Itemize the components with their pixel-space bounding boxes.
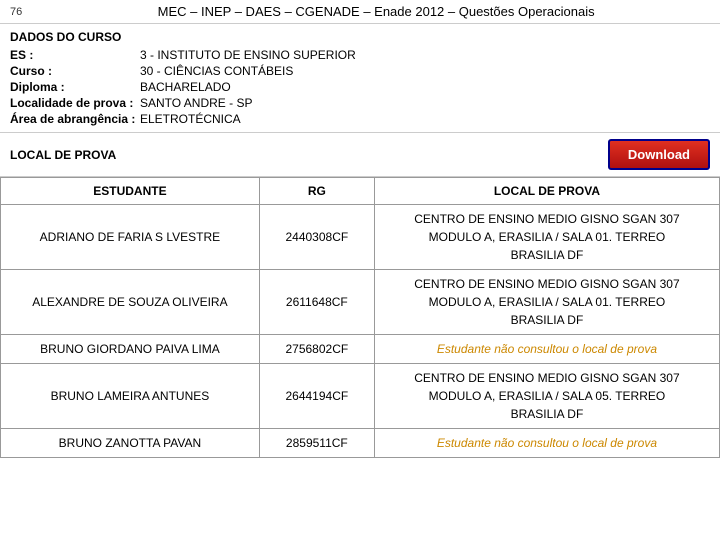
dados-do-curso-section: DADOS DO CURSO ES :3 - INSTITUTO DE ENSI… [0, 24, 720, 133]
cell-estudante: ALEXANDRE DE SOUZA OLIVEIRA [1, 270, 260, 335]
cell-local: CENTRO DE ENSINO MEDIO GISNO SGAN 307 MO… [374, 270, 719, 335]
students-table: ESTUDANTE RG LOCAL DE PROVA ADRIANO DE F… [0, 177, 720, 458]
page-number: 76 [10, 6, 22, 18]
page-title: MEC – INEP – DAES – CGENADE – Enade 2012… [42, 4, 710, 19]
dados-value: 3 - INSTITUTO DE ENSINO SUPERIOR [140, 48, 356, 62]
download-button[interactable]: Download [608, 139, 710, 170]
col-header-rg: RG [259, 178, 374, 205]
page-header: 76 MEC – INEP – DAES – CGENADE – Enade 2… [0, 0, 720, 24]
cell-estudante: ADRIANO DE FARIA S LVESTRE [1, 205, 260, 270]
cell-rg: 2440308CF [259, 205, 374, 270]
col-header-local: LOCAL DE PROVA [374, 178, 719, 205]
cell-estudante: BRUNO LAMEIRA ANTUNES [1, 364, 260, 429]
cell-local: CENTRO DE ENSINO MEDIO GISNO SGAN 307 MO… [374, 205, 719, 270]
cell-local: Estudante não consultou o local de prova [374, 429, 719, 458]
dados-label: Localidade de prova : [10, 96, 140, 110]
table-row: BRUNO GIORDANO PAIVA LIMA2756802CFEstuda… [1, 335, 720, 364]
dados-value: SANTO ANDRE - SP [140, 96, 252, 110]
cell-local: CENTRO DE ENSINO MEDIO GISNO SGAN 307 MO… [374, 364, 719, 429]
dados-label: Área de abrangência : [10, 112, 140, 126]
dados-row: ES :3 - INSTITUTO DE ENSINO SUPERIOR [10, 48, 710, 62]
cell-estudante: BRUNO ZANOTTA PAVAN [1, 429, 260, 458]
cell-rg: 2644194CF [259, 364, 374, 429]
local-de-prova-title: LOCAL DE PROVA [10, 148, 116, 162]
dados-value: ELETROTÉCNICA [140, 112, 241, 126]
dados-row: Área de abrangência :ELETROTÉCNICA [10, 112, 710, 126]
dados-fields: ES :3 - INSTITUTO DE ENSINO SUPERIORCurs… [10, 48, 710, 126]
cell-estudante: BRUNO GIORDANO PAIVA LIMA [1, 335, 260, 364]
dados-do-curso-title: DADOS DO CURSO [10, 30, 710, 44]
cell-rg: 2859511CF [259, 429, 374, 458]
table-row: ADRIANO DE FARIA S LVESTRE2440308CFCENTR… [1, 205, 720, 270]
col-header-estudante: ESTUDANTE [1, 178, 260, 205]
dados-row: Diploma :BACHARELADO [10, 80, 710, 94]
table-row: BRUNO ZANOTTA PAVAN2859511CFEstudante nã… [1, 429, 720, 458]
table-row: ALEXANDRE DE SOUZA OLIVEIRA2611648CFCENT… [1, 270, 720, 335]
dados-row: Curso :30 - CIÊNCIAS CONTÁBEIS [10, 64, 710, 78]
table-body: ADRIANO DE FARIA S LVESTRE2440308CFCENTR… [1, 205, 720, 458]
dados-label: Diploma : [10, 80, 140, 94]
cell-rg: 2611648CF [259, 270, 374, 335]
dados-label: Curso : [10, 64, 140, 78]
dados-value: BACHARELADO [140, 80, 231, 94]
local-de-prova-header: LOCAL DE PROVA Download [0, 133, 720, 177]
table-row: BRUNO LAMEIRA ANTUNES2644194CFCENTRO DE … [1, 364, 720, 429]
cell-rg: 2756802CF [259, 335, 374, 364]
dados-label: ES : [10, 48, 140, 62]
cell-local: Estudante não consultou o local de prova [374, 335, 719, 364]
dados-row: Localidade de prova :SANTO ANDRE - SP [10, 96, 710, 110]
dados-value: 30 - CIÊNCIAS CONTÁBEIS [140, 64, 293, 78]
